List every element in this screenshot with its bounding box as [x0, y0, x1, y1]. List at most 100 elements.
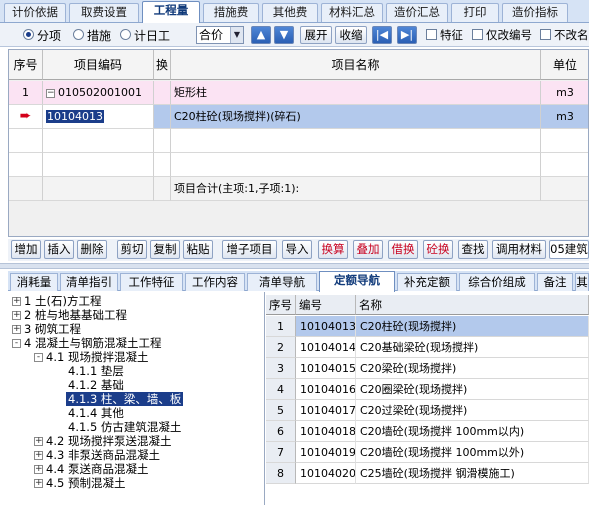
tab-quantities[interactable]: 工程量 — [142, 1, 200, 24]
pane-splitter[interactable] — [0, 263, 589, 269]
stack-button[interactable]: 叠加 — [353, 240, 383, 259]
chevron-down-icon[interactable]: ▼ — [230, 27, 243, 43]
first-record-button[interactable]: |◀ — [372, 26, 392, 44]
delete-button[interactable]: 删除 — [77, 240, 107, 259]
tree-node[interactable]: +1 土(石)方工程 — [12, 294, 101, 308]
tab-supplementary-quota[interactable]: 补充定额 — [397, 273, 457, 291]
tree-node[interactable]: +4.4 泵送商品混凝土 — [34, 462, 148, 476]
tab-material-summary[interactable]: 材料汇总 — [321, 3, 383, 22]
tab-other-fee[interactable]: 其他费 — [262, 3, 318, 22]
tab-composite-price[interactable]: 综合价组成 — [459, 273, 535, 291]
empty-cell — [9, 129, 43, 153]
tab-print[interactable]: 打印 — [451, 3, 499, 22]
tab-fee-settings[interactable]: 取费设置 — [69, 3, 139, 22]
expand-icon[interactable]: + — [34, 437, 43, 446]
col-header-code[interactable]: 项目编码 — [43, 50, 154, 80]
tab-bill-navigation[interactable]: 清单导航 — [247, 273, 317, 291]
tab-work-content[interactable]: 工作内容 — [185, 273, 245, 291]
expand-icon[interactable]: + — [12, 311, 21, 320]
chk-bugai[interactable] — [540, 29, 551, 40]
add-button[interactable]: 增加 — [11, 240, 41, 259]
tab-pricing-basis[interactable]: 计价依据 — [4, 3, 66, 22]
price-type-select[interactable]: 合价 ▼ — [196, 26, 244, 44]
expand-button[interactable]: 展开 — [300, 26, 332, 44]
tab-work-features[interactable]: 工作特征 — [120, 273, 183, 291]
skip-last-icon: ▶| — [400, 28, 414, 41]
last-record-button[interactable]: ▶| — [397, 26, 417, 44]
tab-quota-navigation[interactable]: 定额导航 — [319, 271, 395, 292]
col-header-unit[interactable]: 单位 — [541, 50, 588, 80]
col-header-swap[interactable]: 换 — [154, 50, 171, 80]
collapse-button[interactable]: 收缩 — [335, 26, 367, 44]
quota-name: C20梁砼(现场搅拌) — [356, 358, 589, 379]
cell-name: 矩形柱 — [171, 81, 541, 105]
chk-texing[interactable] — [426, 29, 437, 40]
tab-consumption[interactable]: 消耗量 — [10, 273, 58, 291]
tab-bill-guide[interactable]: 清单指引 — [60, 273, 118, 291]
tree-node-label: 1 土(石)方工程 — [24, 294, 102, 308]
col-header-code[interactable]: 编号 — [296, 295, 356, 315]
tree-node[interactable]: +2 桩与地基基础工程 — [12, 308, 127, 322]
convert-button[interactable]: 换算 — [318, 240, 348, 259]
col-header-name[interactable]: 项目名称 — [171, 50, 541, 80]
tree-leaf[interactable]: 4.1.1 垫层 — [68, 364, 124, 378]
find-button[interactable]: 查找 — [458, 240, 488, 259]
concrete-swap-button[interactable]: 砼换 — [423, 240, 453, 259]
paste-button[interactable]: 粘贴 — [183, 240, 213, 259]
tree-leaf-selected[interactable]: 4.1.3 柱、梁、墙、板 — [66, 392, 184, 406]
row-number: 8 — [266, 463, 296, 484]
chk-bianhao[interactable] — [472, 29, 483, 40]
quota-name: C20柱砼(现场搅拌) — [356, 316, 589, 337]
tree-node[interactable]: -4 混凝土与钢筋混凝土工程 — [12, 336, 161, 350]
summary-cell — [154, 177, 171, 201]
cell-swap — [154, 105, 171, 129]
insert-button[interactable]: 插入 — [44, 240, 74, 259]
collapse-toggle-icon[interactable]: − — [46, 88, 55, 98]
col-header-seq[interactable]: 序号 — [266, 295, 296, 315]
radio-fenxiang[interactable] — [23, 29, 34, 40]
call-material-button[interactable]: 调用材料 — [492, 240, 546, 259]
quota-name: C20墙砼(现场搅拌 100mm以外) — [356, 442, 589, 463]
copy-button[interactable]: 复制 — [150, 240, 180, 259]
expand-icon[interactable]: + — [12, 297, 21, 306]
expand-icon[interactable]: + — [34, 451, 43, 460]
borrow-swap-button[interactable]: 借换 — [388, 240, 418, 259]
quota-library-select[interactable]: 05建筑 — [549, 240, 589, 259]
tree-node[interactable]: +4.3 非泵送商品混凝土 — [34, 448, 160, 462]
move-up-button[interactable]: ▲ — [251, 26, 271, 44]
quota-list-grid: 序号 编号 名称 1 10104013 C20柱砼(现场搅拌) 2 101040… — [266, 292, 589, 505]
import-button[interactable]: 导入 — [282, 240, 312, 259]
collapse-icon[interactable]: - — [12, 339, 21, 348]
expand-icon[interactable]: + — [34, 465, 43, 474]
quota-code: 10104017 — [296, 400, 356, 421]
col-header-seq[interactable]: 序号 — [9, 50, 43, 80]
move-down-button[interactable]: ▼ — [274, 26, 294, 44]
tab-cost-index[interactable]: 造价指标 — [502, 3, 568, 22]
cut-button[interactable]: 剪切 — [117, 240, 147, 259]
cell-code[interactable]: 10104013 — [43, 105, 154, 129]
add-subitem-button[interactable]: 增子项目 — [222, 240, 277, 259]
quota-code: 10104015 — [296, 358, 356, 379]
expand-icon[interactable]: + — [34, 479, 43, 488]
tree-node[interactable]: +4.2 现场搅拌泵送混凝土 — [34, 434, 171, 448]
row-number: 7 — [266, 442, 296, 463]
tab-cost-summary[interactable]: 造价汇总 — [386, 3, 448, 22]
tree-leaf[interactable]: 4.1.2 基础 — [68, 378, 124, 392]
tree-node-label: 4.3 非泵送商品混凝土 — [46, 448, 160, 462]
collapse-icon[interactable]: - — [34, 353, 43, 362]
tab-measures-fee[interactable]: 措施费 — [203, 3, 259, 22]
radio-cuoshi[interactable] — [73, 29, 84, 40]
tree-node-label: 4.5 预制混凝土 — [46, 476, 126, 490]
tab-remarks[interactable]: 备注 — [537, 273, 573, 291]
col-header-name[interactable]: 名称 — [356, 295, 589, 315]
radio-jirigong[interactable] — [120, 29, 131, 40]
tree-node[interactable]: +3 砌筑工程 — [12, 322, 81, 336]
tree-node[interactable]: +4.5 预制混凝土 — [34, 476, 125, 490]
radio-cuoshi-label: 措施 — [87, 29, 112, 43]
row-number: 3 — [266, 358, 296, 379]
tab-other[interactable]: 其 — [575, 273, 589, 291]
tree-leaf[interactable]: 4.1.4 其他 — [68, 406, 124, 420]
tree-leaf[interactable]: 4.1.5 仿古建筑混凝土 — [68, 420, 181, 434]
expand-icon[interactable]: + — [12, 325, 21, 334]
tree-node[interactable]: -4.1 现场搅拌混凝土 — [34, 350, 148, 364]
